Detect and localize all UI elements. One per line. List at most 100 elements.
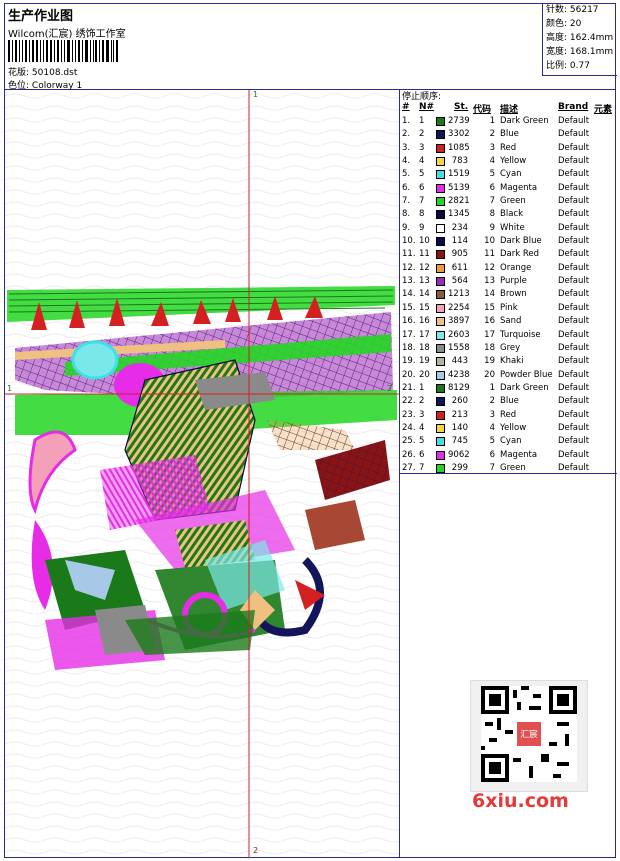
color-swatch xyxy=(436,117,445,126)
col-needle: N# xyxy=(419,102,435,112)
row-stitches: 2739 xyxy=(448,116,470,126)
row-code: 11 xyxy=(484,249,495,260)
row-description: Dark Blue xyxy=(500,236,542,247)
row-index: 21. xyxy=(402,382,416,393)
row-description: Red xyxy=(500,409,517,420)
row-description: Yellow xyxy=(500,422,527,433)
row-index: 18. xyxy=(402,342,416,353)
row-index: 24. xyxy=(402,422,416,433)
row-code: 1 xyxy=(489,382,495,393)
color-swatch xyxy=(436,263,445,273)
row-code: 9 xyxy=(489,222,495,233)
row-description: Grey xyxy=(500,342,521,353)
row-brand: Default xyxy=(558,182,590,193)
barcode-bar xyxy=(92,40,94,62)
row-code: 3 xyxy=(489,409,495,420)
color-swatch xyxy=(436,357,445,367)
table-row: 26. 6 9062 6 Magenta Default xyxy=(400,449,617,462)
row-stitches: 114 xyxy=(451,236,468,247)
design-label: 花版: xyxy=(8,68,30,78)
row-description: Dark Green xyxy=(500,116,549,126)
row-brand: Default xyxy=(558,289,590,300)
row-needle: 3 xyxy=(419,409,425,420)
watermark: 6xiu.com xyxy=(472,790,569,812)
barcode-bar xyxy=(28,40,30,62)
row-stitches: 1085 xyxy=(448,142,470,153)
row-needle: 8 xyxy=(419,209,425,220)
row-brand: Default xyxy=(558,396,590,407)
row-stitches: 1345 xyxy=(448,209,470,220)
row-needle: 5 xyxy=(419,436,425,447)
table-row: 20. 20 4238 20 Powder Blue Default xyxy=(400,369,617,382)
row-stitches: 1519 xyxy=(448,169,470,180)
table-divider xyxy=(400,473,617,474)
row-brand: Default xyxy=(558,116,590,126)
row-stitches: 611 xyxy=(451,262,468,273)
color-swatch xyxy=(436,183,445,193)
barcode-bar xyxy=(43,40,45,62)
row-brand: Default xyxy=(558,342,590,353)
row-stitches: 783 xyxy=(451,156,468,167)
color-swatch xyxy=(436,450,445,460)
row-needle: 4 xyxy=(419,422,425,433)
table-row: 7. 7 2821 7 Green Default xyxy=(400,195,617,208)
row-description: Blue xyxy=(500,396,519,407)
row-stitches: 4238 xyxy=(448,369,470,380)
barcode-bar xyxy=(116,40,119,62)
row-brand: Default xyxy=(558,209,590,220)
table-row: 24. 4 140 4 Yellow Default xyxy=(400,422,617,435)
qr-code-icon: 汇宸 xyxy=(481,686,577,782)
color-swatch xyxy=(436,463,445,473)
row-description: White xyxy=(500,222,525,233)
row-description: Sand xyxy=(500,316,522,327)
barcode-bar xyxy=(22,40,24,62)
row-description: Yellow xyxy=(500,156,527,167)
table-row: 17. 17 2603 17 Turquoise Default xyxy=(400,329,617,342)
table-row: 4. 4 783 4 Yellow Default xyxy=(400,155,617,168)
row-stitches: 443 xyxy=(451,356,468,367)
axis-marker-right: 2 xyxy=(387,384,393,393)
stats-box: 针数: 56217 颜色: 20 高度: 162.4mm 宽度: 168.1mm… xyxy=(542,3,617,76)
row-stitches: 260 xyxy=(451,396,468,407)
design-value: 50108.dst xyxy=(31,68,78,78)
row-needle: 9 xyxy=(419,222,425,233)
row-index: 1. xyxy=(402,116,411,126)
row-needle: 12 xyxy=(419,262,430,273)
color-swatch xyxy=(436,330,445,340)
table-row: 3. 3 1085 3 Red Default xyxy=(400,142,617,155)
design-width: 宽度: 168.1mm xyxy=(546,47,614,57)
row-description: Khaki xyxy=(500,356,524,367)
row-needle: 1 xyxy=(419,116,425,126)
design-canvas[interactable]: 1 2 1 2 xyxy=(5,90,399,858)
barcode-bar xyxy=(74,40,77,62)
color-swatch xyxy=(436,197,445,207)
row-brand: Default xyxy=(558,156,590,167)
design-file: 花版: 50108.dst xyxy=(8,65,77,78)
table-row: 10. 10 114 10 Dark Blue Default xyxy=(400,235,617,248)
row-code: 18 xyxy=(484,342,495,353)
row-code: 12 xyxy=(484,262,495,273)
barcode-bar xyxy=(36,40,39,62)
row-description: Cyan xyxy=(500,169,522,180)
row-brand: Default xyxy=(558,249,590,260)
row-needle: 13 xyxy=(419,276,430,287)
barcode-bar xyxy=(61,40,63,62)
table-row: 5. 5 1519 5 Cyan Default xyxy=(400,168,617,181)
row-brand: Default xyxy=(558,262,590,273)
table-row: 25. 5 745 5 Cyan Default xyxy=(400,435,617,448)
color-swatch xyxy=(436,437,445,447)
row-needle: 17 xyxy=(419,329,430,340)
row-code: 2 xyxy=(489,396,495,407)
row-index: 14. xyxy=(402,289,416,300)
row-brand: Default xyxy=(558,222,590,233)
row-index: 10. xyxy=(402,236,416,247)
row-needle: 2 xyxy=(419,396,425,407)
col-description: 描述 xyxy=(500,105,519,115)
row-code: 5 xyxy=(489,169,495,180)
row-index: 13. xyxy=(402,276,416,287)
row-stitches: 3302 xyxy=(448,129,470,140)
row-code: 1 xyxy=(489,116,495,126)
row-needle: 3 xyxy=(419,142,425,153)
row-stitches: 745 xyxy=(451,436,468,447)
row-description: Magenta xyxy=(500,182,538,193)
